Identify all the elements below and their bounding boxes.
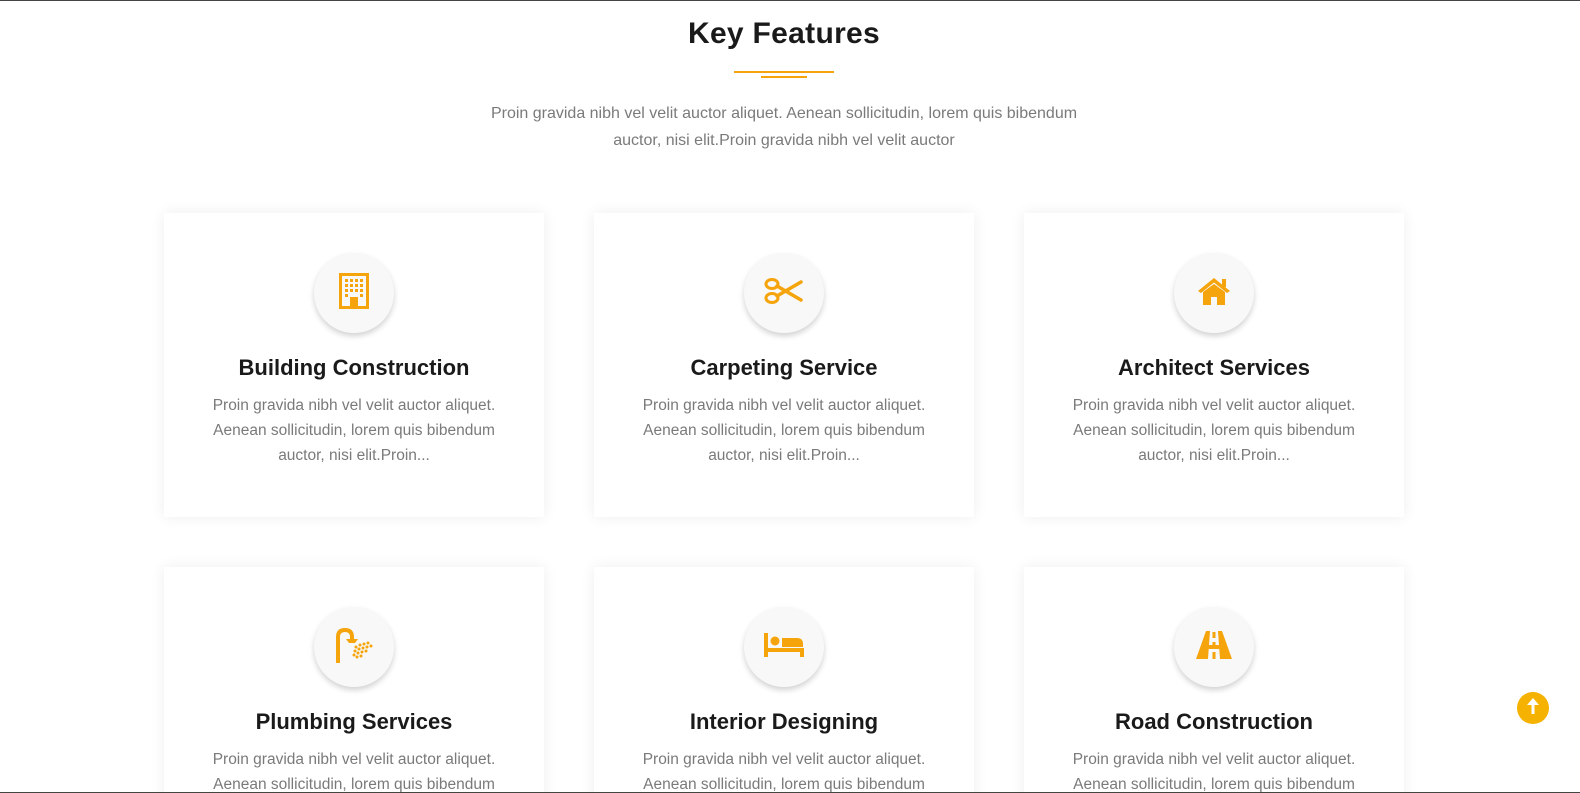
- icon-circle: [1174, 607, 1254, 687]
- road-icon: [1195, 630, 1233, 665]
- title-underline-short: [761, 76, 807, 78]
- card-text: Proin gravida nibh vel velit auctor aliq…: [642, 397, 926, 464]
- feature-card-plumbing-services[interactable]: Plumbing Services Proin gravida nibh vel…: [164, 567, 544, 793]
- scissors-icon: [764, 276, 804, 311]
- section-intro: Proin gravida nibh vel velit auctor aliq…: [490, 105, 1078, 149]
- card-title: Interior Designing: [689, 709, 879, 734]
- icon-circle: [314, 253, 394, 333]
- bed-icon: [763, 632, 805, 663]
- feature-card-interior-designing[interactable]: Interior Designing Proin gravida nibh ve…: [594, 567, 974, 793]
- card-title: Plumbing Services: [255, 709, 453, 734]
- building-icon: [339, 272, 369, 314]
- icon-circle: [744, 253, 824, 333]
- card-text: Proin gravida nibh vel velit auctor aliq…: [1072, 751, 1356, 793]
- card-text: Proin gravida nibh vel velit auctor aliq…: [642, 751, 926, 793]
- feature-card-building-construction[interactable]: Building Construction Proin gravida nibh…: [164, 213, 544, 517]
- card-title: Carpeting Service: [690, 355, 878, 380]
- feature-card-carpeting-service[interactable]: Carpeting Service Proin gravida nibh vel…: [594, 213, 974, 517]
- shower-icon: [334, 627, 374, 668]
- card-text: Proin gravida nibh vel velit auctor aliq…: [212, 397, 496, 464]
- feature-card-road-construction[interactable]: Road Construction Proin gravida nibh vel…: [1024, 567, 1404, 793]
- feature-card-architect-services[interactable]: Architect Services Proin gravida nibh ve…: [1024, 213, 1404, 517]
- card-text: Proin gravida nibh vel velit auctor aliq…: [212, 751, 496, 793]
- features-section: Key Features Proin gravida nibh vel veli…: [0, 0, 1580, 793]
- title-underline: [734, 71, 834, 73]
- card-title: Road Construction: [1115, 709, 1313, 734]
- arrow-up-icon: [1526, 697, 1540, 720]
- scroll-to-top-button[interactable]: [1517, 692, 1549, 724]
- icon-circle: [744, 607, 824, 687]
- icon-circle: [1174, 253, 1254, 333]
- section-title: Key Features: [687, 17, 881, 50]
- home-icon: [1197, 276, 1231, 311]
- card-title: Building Construction: [238, 355, 470, 380]
- icon-circle: [314, 607, 394, 687]
- card-text: Proin gravida nibh vel velit auctor aliq…: [1072, 397, 1356, 464]
- card-title: Architect Services: [1118, 355, 1310, 380]
